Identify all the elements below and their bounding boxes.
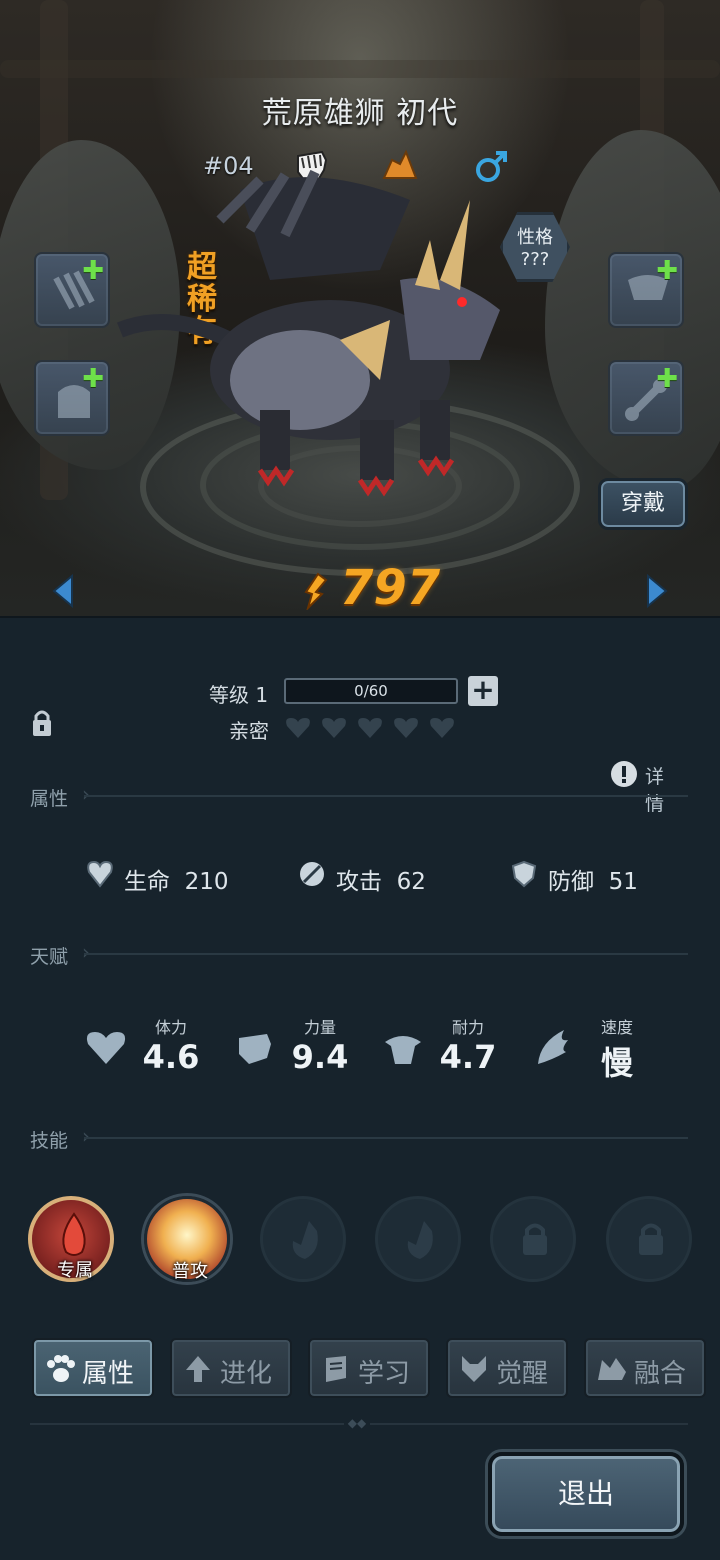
talent-endurance-value: 4.7 <box>439 1038 497 1076</box>
strength-fist-icon <box>239 1034 271 1064</box>
skill-slot-empty[interactable] <box>375 1196 461 1282</box>
combat-power-value: 797 <box>340 560 441 616</box>
next-pet-arrow-icon[interactable] <box>644 574 670 608</box>
detail-label: 详情 <box>645 766 665 815</box>
stamina-heart-icon <box>86 1032 126 1064</box>
add-icon: ✚ <box>656 364 678 394</box>
lock-icon <box>523 1223 547 1255</box>
tab-awaken-label: 觉醒 <box>496 1359 549 1389</box>
talent-stamina-value: 4.6 <box>142 1038 200 1076</box>
info-exclamation-icon <box>611 761 637 787</box>
tab-fusion[interactable]: 融合 <box>584 1338 706 1398</box>
stat-hp-label: 生命 <box>124 869 170 895</box>
skill-exclusive[interactable]: 专属 <box>28 1196 114 1282</box>
affinity-heart-icon <box>394 718 418 738</box>
affinity-label: 亲密 <box>229 719 269 743</box>
affinity-heart-icon <box>322 718 346 738</box>
evolve-arrow-icon <box>186 1356 210 1382</box>
equip-slot-claw[interactable]: ✚ <box>34 252 110 328</box>
attack-sword-icon <box>300 862 324 886</box>
exit-button-label: 退出 <box>557 1477 614 1510</box>
hp-heart-icon <box>87 860 113 888</box>
affinity-heart-icon <box>358 718 382 738</box>
stat-defense-value: 51 <box>608 869 638 895</box>
stat-hp-value: 210 <box>184 869 229 895</box>
book-icon <box>326 1356 346 1382</box>
section-divider <box>84 1137 688 1139</box>
section-divider <box>84 795 688 797</box>
tab-evolve[interactable]: 进化 <box>170 1338 292 1398</box>
affinity-heart-icon <box>286 718 310 738</box>
skill-slot-empty[interactable] <box>260 1196 346 1282</box>
defense-shield-icon <box>511 860 537 888</box>
section-chevron-icon: › <box>82 1124 90 1148</box>
talent-speed: 速度 慢 <box>530 1014 670 1084</box>
attributes-section-label: 属性 <box>30 788 69 810</box>
previous-pet-arrow-icon[interactable] <box>50 574 76 608</box>
equip-slot-helmet[interactable]: ✚ <box>34 360 110 436</box>
talent-strength: 力量 9.4 <box>233 1014 373 1084</box>
add-experience-button[interactable]: + <box>468 676 498 706</box>
paw-icon <box>47 1355 75 1382</box>
talents-section-label: 天赋 <box>30 946 69 968</box>
skills-section-label: 技能 <box>30 1130 69 1152</box>
tab-learn-label: 学习 <box>358 1359 411 1389</box>
add-icon: ✚ <box>82 364 104 394</box>
detail-link[interactable]: 详情 <box>610 760 664 815</box>
stat-defense-label: 防御 <box>548 869 594 895</box>
equip-slot-accessory[interactable]: ✚ <box>608 360 684 436</box>
skill-placeholder-icon <box>407 1221 433 1259</box>
talent-speed-value: 慢 <box>600 1044 633 1082</box>
skill-basic-attack-label: 普攻 <box>172 1261 208 1282</box>
talent-strength-value: 9.4 <box>291 1038 349 1076</box>
combat-power-icon <box>304 572 328 610</box>
skill-exclusive-label: 专属 <box>57 1260 93 1281</box>
stat-attack-value: 62 <box>396 869 426 895</box>
equip-slot-armor[interactable]: ✚ <box>608 252 684 328</box>
skill-slot-locked[interactable] <box>606 1196 692 1282</box>
tab-attributes[interactable]: 属性 <box>32 1338 154 1398</box>
tab-attributes-label: 属性 <box>82 1359 135 1389</box>
add-icon: ✚ <box>656 256 678 286</box>
affinity-heart-icon <box>430 718 454 738</box>
talent-stamina-label: 体力 <box>154 1018 187 1037</box>
wear-equipment-button[interactable]: 穿戴 <box>598 478 688 530</box>
tab-evolve-label: 进化 <box>220 1359 273 1389</box>
tab-awaken[interactable]: 觉醒 <box>446 1338 568 1398</box>
stat-attack: 攻击 62 <box>298 860 426 895</box>
skill-basic-attack[interactable]: 普攻 <box>144 1196 230 1282</box>
exit-button[interactable]: 退出 <box>488 1452 684 1536</box>
pet-showcase-scene: 荒原雄狮 初代 #04 超稀有 ✚ ✚ ✚ ✚ 性格 ??? 穿戴 797 <box>0 0 720 618</box>
fusion-beast-icon <box>598 1358 626 1380</box>
section-divider <box>84 953 688 955</box>
talent-endurance-label: 耐力 <box>451 1018 484 1037</box>
talent-endurance: 耐力 4.7 <box>381 1014 521 1084</box>
lock-icon[interactable] <box>31 708 53 738</box>
experience-bar: 0/60 <box>284 678 458 704</box>
lock-icon <box>639 1223 663 1255</box>
pet-creature-illustration <box>117 169 500 497</box>
speed-wing-icon <box>538 1030 568 1064</box>
section-chevron-icon: › <box>82 782 90 806</box>
tab-learn[interactable]: 学习 <box>308 1338 430 1398</box>
endurance-muscle-icon <box>385 1036 421 1064</box>
section-chevron-icon: › <box>82 940 90 964</box>
skill-slot-locked[interactable] <box>490 1196 576 1282</box>
divider-ornament-icon: ◆◆ <box>344 1416 370 1432</box>
pet-name-title: 荒原雄狮 初代 <box>261 96 459 131</box>
stat-defense: 防御 51 <box>510 860 638 895</box>
add-icon: ✚ <box>82 256 104 286</box>
level-label: 等级 1 <box>209 683 269 707</box>
stat-hp: 生命 210 <box>86 860 229 895</box>
beast-head-icon <box>462 1356 486 1382</box>
stat-attack-label: 攻击 <box>336 869 382 895</box>
talent-strength-label: 力量 <box>303 1018 336 1037</box>
talent-speed-label: 速度 <box>600 1018 633 1037</box>
tab-fusion-label: 融合 <box>634 1359 687 1389</box>
talent-stamina: 体力 4.6 <box>84 1014 224 1084</box>
skill-placeholder-icon <box>292 1221 318 1259</box>
exclusive-skill-icon <box>62 1212 86 1256</box>
